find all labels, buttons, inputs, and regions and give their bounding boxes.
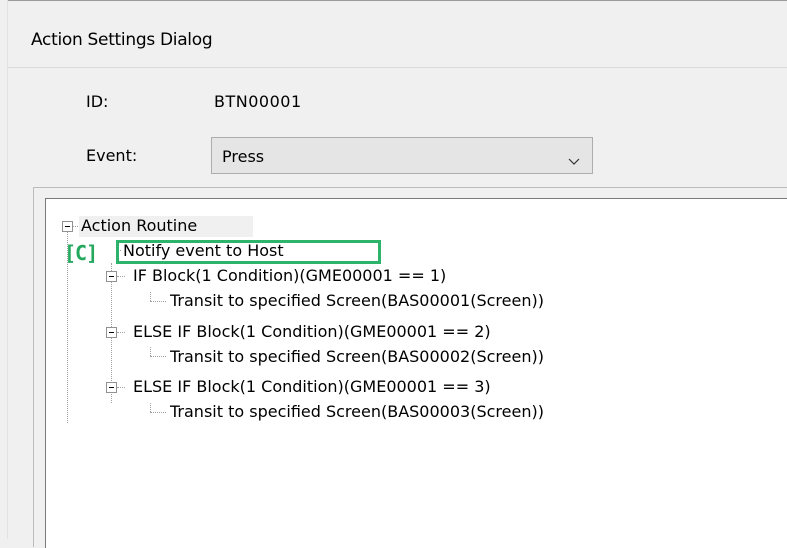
tree-connector — [150, 347, 152, 356]
tree-node-transit-2[interactable]: Transit to specified Screen(BAS00002(Scr… — [170, 347, 544, 367]
tree-connector — [117, 276, 125, 278]
window-left-edge — [0, 0, 8, 539]
event-label: Event: — [86, 146, 138, 165]
tree-connector — [117, 332, 125, 334]
tree-node-else-if-2[interactable]: ELSE IF Block(1 Condition)(GME00001 == 2… — [133, 322, 491, 342]
window-top-border — [0, 0, 787, 1]
title-divider — [8, 67, 787, 68]
tree-connector — [117, 387, 125, 389]
collapse-icon[interactable] — [62, 221, 73, 232]
event-dropdown[interactable]: Press — [211, 137, 593, 174]
dialog-title: Action Settings Dialog — [31, 30, 213, 50]
annotation-label: [C] — [64, 241, 98, 265]
tree-node-transit-1[interactable]: Transit to specified Screen(BAS00001(Scr… — [170, 291, 544, 311]
tree-root-action-routine[interactable]: Action Routine — [81, 216, 197, 236]
chevron-down-icon[interactable] — [568, 151, 580, 170]
id-label: ID: — [86, 92, 109, 111]
event-dropdown-value: Press — [222, 147, 265, 166]
tree-connector — [150, 301, 166, 303]
tree-node-if-block[interactable]: IF Block(1 Condition)(GME00001 == 1) — [133, 266, 446, 286]
highlight-box — [116, 240, 381, 264]
tree-connector — [150, 403, 152, 412]
id-value: BTN00001 — [214, 92, 302, 111]
tree-node-else-if-3[interactable]: ELSE IF Block(1 Condition)(GME00001 == 3… — [133, 377, 491, 397]
tree-connector — [150, 356, 166, 358]
collapse-icon[interactable] — [106, 327, 117, 338]
collapse-icon[interactable] — [106, 271, 117, 282]
collapse-icon[interactable] — [106, 382, 117, 393]
tree-connector — [150, 412, 166, 414]
tree-node-transit-3[interactable]: Transit to specified Screen(BAS00003(Scr… — [170, 402, 544, 422]
tree-connector — [150, 292, 152, 301]
